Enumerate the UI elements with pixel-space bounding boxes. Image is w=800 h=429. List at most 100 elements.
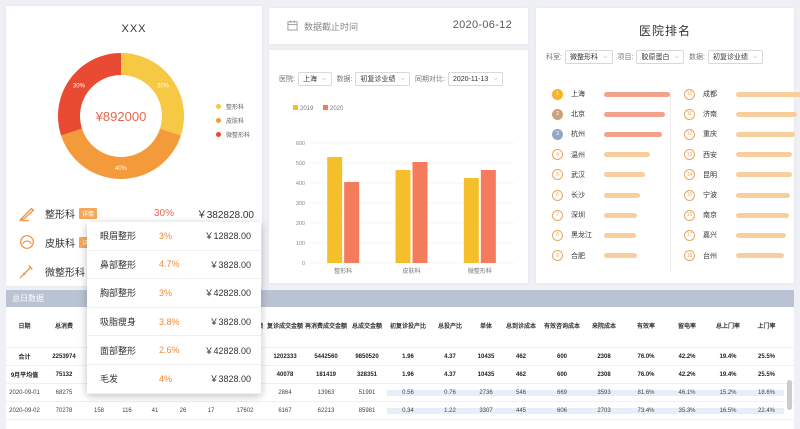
table-cell: 9850520 bbox=[355, 353, 379, 360]
rank-bar bbox=[604, 131, 663, 137]
rank-city: 黑龙江 bbox=[571, 232, 592, 240]
rank-bar bbox=[604, 232, 636, 238]
column-header: 总投产比 bbox=[437, 323, 462, 330]
rank-bar bbox=[604, 192, 641, 198]
data-label: 数据: bbox=[689, 54, 705, 61]
item-pct: 4% bbox=[159, 373, 173, 384]
popup-item[interactable]: 面部整形 2.6% ￥42828.00 bbox=[87, 336, 261, 365]
table-cell: 85981 bbox=[358, 407, 376, 414]
table-cell: 9月平均值 bbox=[10, 373, 39, 379]
legend-swatch bbox=[293, 105, 298, 110]
rank-bar bbox=[736, 192, 791, 198]
ranking-item: 17 嘉兴 bbox=[684, 225, 800, 245]
legend-item: 微整形科 bbox=[216, 127, 250, 141]
table-cell: 2308 bbox=[597, 353, 611, 360]
item-pct: 3.8% bbox=[159, 316, 180, 327]
x-tick-label: 整形科 bbox=[334, 267, 352, 275]
rank-city: 深圳 bbox=[571, 212, 585, 220]
table-cell: 6167 bbox=[278, 407, 292, 414]
hospital-select[interactable]: 上海 ⌵ bbox=[297, 72, 332, 86]
ranking-list-left: 1 上海 2 北京 3 杭州 4 温州 5 武汉 6 长沙 7 深圳 8 黑龙江 9 合肥 bbox=[552, 84, 670, 266]
rank-badge: 2 bbox=[552, 108, 563, 120]
table-cell: 1202333 bbox=[273, 353, 297, 360]
ranking-filters: 科室: 微整形科 ⌵ 项目: 胶原蛋白 ⌵ 数据: 初复诊业绩 ⌵ bbox=[546, 50, 768, 64]
ranking-item: 3 杭州 bbox=[552, 124, 670, 144]
detail-button[interactable]: 详情 bbox=[79, 207, 98, 219]
column-header: 再消费成交金额 bbox=[305, 323, 348, 330]
table-cell: 19.4% bbox=[719, 353, 737, 360]
chevron-down-icon: ⌵ bbox=[321, 75, 327, 82]
rank-bar bbox=[604, 172, 645, 178]
ranking-item: 2 北京 bbox=[552, 104, 670, 124]
rank-badge: 12 bbox=[684, 128, 695, 140]
table-cell: 76.0% bbox=[637, 371, 655, 378]
rank-city: 南京 bbox=[703, 212, 717, 220]
ranking-item: 18 台州 bbox=[684, 246, 800, 266]
legend-swatch bbox=[323, 105, 328, 110]
popup-item[interactable]: 眼眉整形 3% ￥12828.00 bbox=[87, 222, 261, 251]
item-amount: ￥3828.00 bbox=[209, 374, 251, 385]
rank-badge: 9 bbox=[552, 250, 563, 262]
data-select[interactable]: 初复诊业绩 ⌵ bbox=[355, 72, 411, 86]
rank-badge: 16 bbox=[684, 209, 695, 221]
ranking-item: 14 昆明 bbox=[684, 165, 800, 185]
popup-item[interactable]: 鼻部整形 4.7% ￥3828.00 bbox=[87, 251, 261, 280]
rank-data-select[interactable]: 初复诊业绩 ⌵ bbox=[707, 50, 763, 64]
popup-item[interactable]: 毛发 4% ￥3828.00 bbox=[87, 365, 261, 394]
column-header: 日期 bbox=[18, 323, 31, 330]
donut-legend: 整形科 皮肤科 微整形科 bbox=[216, 99, 250, 141]
table-cell: 1.96 bbox=[402, 371, 414, 378]
skin-icon bbox=[20, 235, 34, 249]
table-cell: 181419 bbox=[315, 371, 337, 378]
column-header: 上门率 bbox=[757, 323, 776, 330]
column-header: 留电率 bbox=[677, 323, 696, 330]
bar bbox=[395, 170, 411, 263]
table-cell: 606 bbox=[541, 407, 583, 414]
legend-item: 皮肤科 bbox=[216, 113, 250, 127]
ranking-item: 16 南京 bbox=[684, 205, 800, 225]
table-cell: 2736 bbox=[471, 389, 501, 396]
ranking-title: 医院排名 bbox=[638, 24, 691, 38]
table-cell: 2020-09-02 bbox=[9, 407, 40, 414]
x-tick-label: 微整形科 bbox=[468, 267, 492, 275]
ranking-item: 13 西安 bbox=[684, 145, 800, 165]
bar-chart: 2019 2020 0 100 200 300 400 500 600 整形科 皮肤科 微整形科 bbox=[293, 105, 514, 275]
table-cell: 0.56 bbox=[387, 389, 429, 396]
rank-city: 合肥 bbox=[571, 252, 585, 260]
ranking-item: 11 济南 bbox=[684, 104, 800, 124]
ranking-item: 10 成都 bbox=[684, 84, 800, 104]
table-cell: 51991 bbox=[358, 389, 376, 396]
rank-bar bbox=[736, 232, 786, 238]
compare-date-select[interactable]: 2020-11-13 ⌵ bbox=[447, 72, 503, 86]
popup-item[interactable]: 吸脂瘦身 3.8% ￥3828.00 bbox=[87, 308, 261, 337]
y-tick-label: 200 bbox=[296, 221, 305, 227]
popup-item[interactable]: 胸部整形 3% ￥42828.00 bbox=[87, 279, 261, 308]
table-cell: 2864 bbox=[278, 389, 292, 396]
table-cell: 546 bbox=[501, 389, 541, 396]
column-header: 来院成本 bbox=[591, 323, 616, 330]
chevron-down-icon: ⌵ bbox=[493, 75, 498, 82]
item-amount: ￥12828.00 bbox=[204, 231, 251, 242]
dept-select[interactable]: 微整形科 ⌵ bbox=[564, 50, 613, 64]
bar bbox=[480, 170, 496, 263]
table-cell: 13963 bbox=[317, 389, 335, 396]
syringe-icon bbox=[19, 265, 33, 279]
ranking-item: 7 深圳 bbox=[552, 205, 670, 225]
table-cell: 158 bbox=[93, 407, 104, 414]
table-cell: 4.37 bbox=[444, 353, 456, 360]
table-cell: 2020-09-01 bbox=[9, 389, 40, 396]
table-cell: 600 bbox=[556, 353, 567, 360]
column-header: 有效咨询成本 bbox=[543, 323, 580, 330]
y-tick-label: 500 bbox=[296, 161, 305, 167]
item-select[interactable]: 胶原蛋白 ⌵ bbox=[636, 50, 685, 64]
dept-pct: 30% bbox=[154, 207, 175, 219]
rank-city: 北京 bbox=[571, 111, 585, 119]
data-cutoff-card: 数据截止时间 2020-06-12 bbox=[269, 8, 528, 44]
table-scrollbar[interactable] bbox=[787, 380, 792, 410]
table-cell: 669 bbox=[541, 389, 583, 396]
rank-city: 成都 bbox=[703, 91, 717, 99]
table-cell: 2253974 bbox=[52, 353, 76, 360]
rank-badge: 7 bbox=[552, 209, 563, 221]
bar bbox=[344, 182, 360, 263]
table-cell: 76.0% bbox=[637, 353, 655, 360]
